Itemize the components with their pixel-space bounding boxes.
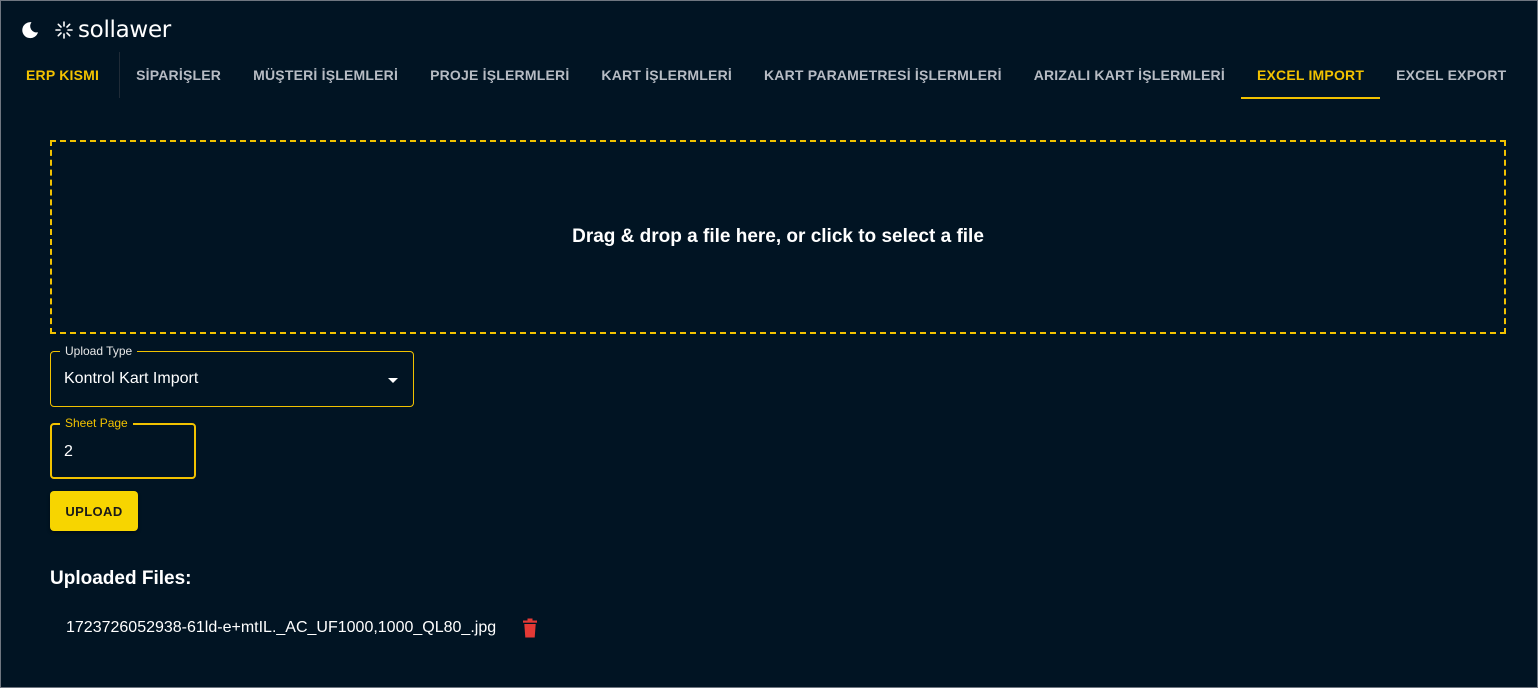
- upload-type-select[interactable]: Upload Type Kontrol Kart Import: [50, 344, 414, 407]
- nav-item-excel-export[interactable]: EXCEL EXPORT: [1380, 52, 1522, 98]
- app-frame: [0, 0, 1538, 688]
- nav-item-siparisler[interactable]: SİPARİŞLER: [120, 52, 237, 98]
- nav-item-excel-import[interactable]: EXCEL IMPORT: [1240, 52, 1381, 99]
- nav-item-arizali-kart[interactable]: ARIZALI KART İŞLERMLERİ: [1018, 52, 1241, 98]
- sheet-page-input[interactable]: [64, 439, 174, 465]
- nav-item-proje[interactable]: PROJE İŞLERMLERİ: [414, 52, 585, 98]
- file-dropzone[interactable]: Drag & drop a file here, or click to sel…: [50, 140, 1506, 334]
- dropdown-arrow-icon: [388, 378, 398, 383]
- upload-type-value: Kontrol Kart Import: [64, 370, 199, 387]
- nav-item-erp[interactable]: ERP KISMI: [10, 52, 119, 98]
- sheet-page-field: Sheet Page: [50, 416, 196, 479]
- sheet-page-label: Sheet Page: [60, 416, 133, 430]
- file-name: 1723726052938-61ld-e+mtIL._AC_UF1000,100…: [66, 619, 497, 636]
- main-nav: ERP KISMI SİPARİŞLER MÜŞTERİ İŞLEMLERİ P…: [10, 52, 1522, 100]
- nav-item-kart-parametresi[interactable]: KART PARAMETRESİ İŞLERMLERİ: [748, 52, 1018, 98]
- moon-icon[interactable]: [20, 20, 40, 40]
- trash-icon[interactable]: [520, 617, 540, 639]
- nav-item-musteri[interactable]: MÜŞTERİ İŞLEMLERİ: [237, 52, 414, 98]
- nav-item-kart[interactable]: KART İŞLERMLERİ: [585, 52, 748, 98]
- upload-button[interactable]: UPLOAD: [50, 491, 138, 531]
- dropzone-text: Drag & drop a file here, or click to sel…: [572, 226, 984, 247]
- uploaded-files-title: Uploaded Files:: [50, 568, 192, 589]
- logo-text: sollawer: [78, 17, 171, 43]
- upload-type-label: Upload Type: [60, 344, 138, 358]
- list-item: 1723726052938-61ld-e+mtIL._AC_UF1000,100…: [66, 617, 540, 639]
- logo[interactable]: sollawer: [54, 17, 171, 43]
- sun-rays-icon: [54, 20, 74, 40]
